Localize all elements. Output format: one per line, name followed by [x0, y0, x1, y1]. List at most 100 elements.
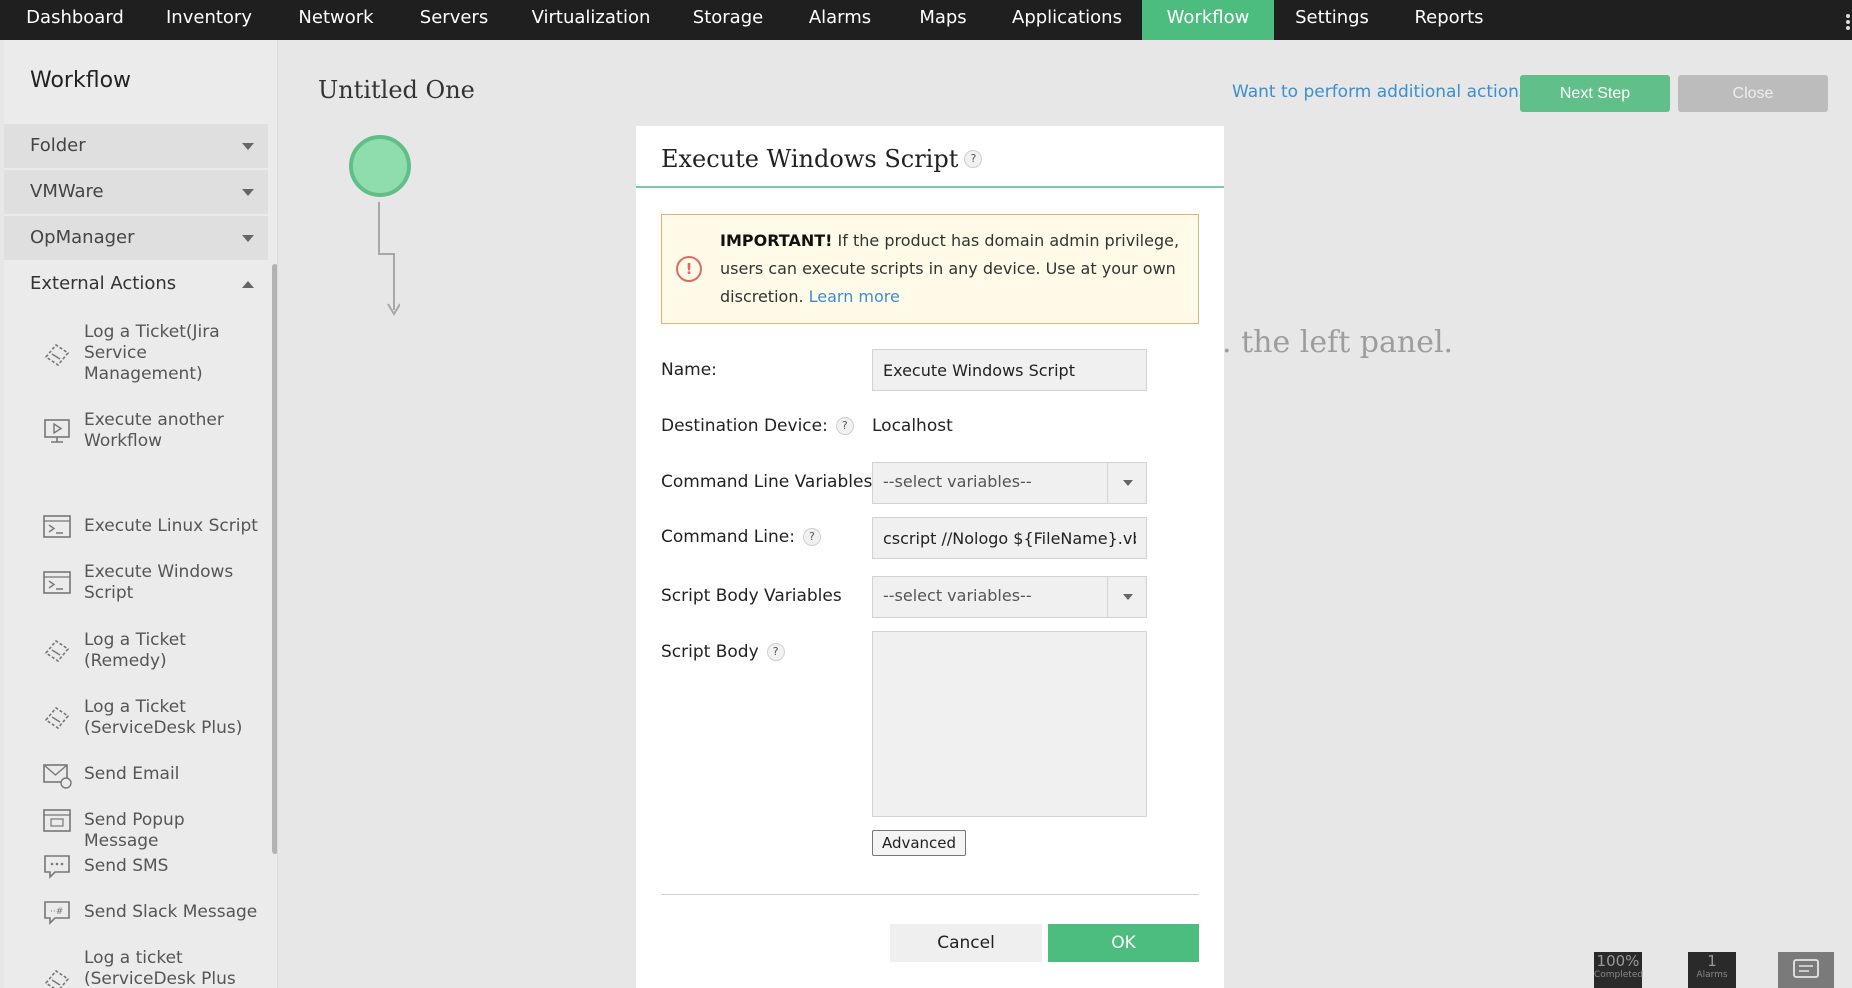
- nav-alarms[interactable]: Alarms: [790, 0, 890, 40]
- name-label: Name:: [661, 360, 717, 380]
- chat-button[interactable]: [1778, 952, 1834, 988]
- action-label: Log a Ticket (Remedy): [84, 630, 186, 671]
- select-value: --select variables--: [883, 472, 1032, 491]
- cancel-button[interactable]: Cancel: [890, 924, 1042, 962]
- section-label: External Actions: [30, 273, 177, 294]
- alarms-status[interactable]: 1 Alarms: [1688, 952, 1736, 988]
- email-icon: [43, 764, 72, 789]
- action-windows-script[interactable]: Execute Windows Script: [42, 562, 262, 606]
- action-slack-message[interactable]: ··# Send Slack Message: [42, 901, 262, 928]
- section-label: OpManager: [30, 227, 135, 248]
- close-button[interactable]: Close: [1678, 75, 1828, 112]
- nav-maps[interactable]: Maps: [900, 0, 986, 40]
- section-label: Folder: [30, 135, 86, 156]
- next-step-button[interactable]: Next Step: [1520, 75, 1670, 112]
- help-icon[interactable]: ?: [802, 528, 821, 546]
- action-linux-script[interactable]: Execute Linux Script: [42, 515, 262, 542]
- select-value: --select variables--: [883, 586, 1032, 605]
- warning-banner: ! IMPORTANT! If the product has domain a…: [661, 214, 1199, 324]
- alarms-label: Alarms: [1696, 970, 1728, 980]
- nav-reports[interactable]: Reports: [1400, 0, 1498, 40]
- canvas-hint-text: . the left panel.: [1222, 325, 1454, 360]
- nav-workflow[interactable]: Workflow: [1142, 0, 1274, 40]
- nav-dashboard[interactable]: Dashboard: [14, 0, 136, 40]
- help-icon[interactable]: ?: [835, 417, 854, 435]
- footer-divider: [661, 894, 1199, 895]
- destination-device-value: Localhost: [872, 416, 953, 436]
- additional-actions-link[interactable]: Want to perform additional actions?: [1232, 82, 1537, 102]
- ticket-icon: [44, 343, 70, 367]
- command-line-variables-label: Command Line Variables: [661, 472, 873, 492]
- action-label: Execute another Workflow: [84, 410, 224, 451]
- svg-text:··#: ··#: [50, 907, 63, 917]
- script-body-variables-select[interactable]: --select variables--: [872, 576, 1147, 618]
- action-send-sms[interactable]: Send SMS: [42, 855, 262, 882]
- action-label: Log a Ticket(Jira Service Management): [84, 322, 220, 384]
- nav-applications[interactable]: Applications: [996, 0, 1138, 40]
- chevron-down-icon: [1123, 480, 1133, 486]
- top-navigation: Dashboard Inventory Network Servers Virt…: [0, 0, 1852, 40]
- section-folder[interactable]: Folder: [4, 124, 268, 168]
- section-label: VMWare: [30, 181, 104, 202]
- panel-title: Workflow: [30, 68, 132, 93]
- chevron-down-icon: [242, 189, 254, 196]
- destination-label-text: Destination Device:: [661, 416, 828, 436]
- completed-status[interactable]: 100% Completed: [1594, 952, 1643, 988]
- warning-strong: IMPORTANT!: [720, 231, 833, 250]
- action-label: Send SMS: [84, 856, 169, 876]
- start-node[interactable]: [349, 135, 411, 197]
- section-external-actions[interactable]: External Actions: [4, 262, 268, 306]
- script-body-label: Script Body?: [661, 642, 785, 662]
- slack-message-icon: ··#: [44, 901, 70, 925]
- panel-scrollbar[interactable]: [272, 264, 277, 854]
- nav-storage[interactable]: Storage: [680, 0, 776, 40]
- ok-button[interactable]: OK: [1048, 924, 1199, 962]
- section-vmware[interactable]: VMWare: [4, 170, 268, 214]
- chat-icon: [1793, 959, 1819, 978]
- section-opmanager[interactable]: OpManager: [4, 216, 268, 260]
- script-body-label-text: Script Body: [661, 642, 759, 662]
- chevron-down-icon: [242, 235, 254, 242]
- workflow-name[interactable]: Untitled One: [318, 76, 475, 104]
- script-body-textarea[interactable]: [872, 631, 1147, 817]
- dialog-title-text: Execute Windows Script: [661, 145, 959, 173]
- action-panel: Workflow Folder VMWare OpManager Externa…: [4, 40, 278, 988]
- command-line-label: Command Line:?: [661, 527, 821, 547]
- name-input[interactable]: [872, 349, 1147, 391]
- chevron-down-icon: [1123, 594, 1133, 600]
- more-menu-icon[interactable]: [1846, 14, 1852, 30]
- nav-inventory[interactable]: Inventory: [150, 0, 268, 40]
- command-line-input[interactable]: [872, 517, 1147, 559]
- help-icon[interactable]: ?: [964, 149, 983, 168]
- action-servicedesk-cloud-ticket[interactable]: Log a ticket (ServiceDesk Plus Cloud): [42, 948, 262, 988]
- nav-settings[interactable]: Settings: [1288, 0, 1376, 40]
- nav-network[interactable]: Network: [280, 0, 392, 40]
- ticket-icon: [44, 969, 70, 988]
- action-label: Send Popup Message: [84, 810, 185, 851]
- terminal-icon: [43, 571, 71, 594]
- action-label: Send Email: [84, 764, 180, 784]
- help-icon[interactable]: ?: [766, 643, 785, 661]
- dialog-title: Execute Windows Script?: [661, 145, 983, 173]
- learn-more-link[interactable]: Learn more: [809, 287, 900, 306]
- nav-servers[interactable]: Servers: [404, 0, 504, 40]
- action-popup-message[interactable]: Send Popup Message: [42, 809, 262, 851]
- action-jira-ticket[interactable]: Log a Ticket(Jira Service Management): [42, 322, 262, 388]
- header-divider: [636, 186, 1224, 188]
- script-body-variables-label: Script Body Variables: [661, 586, 842, 606]
- command-line-variables-select[interactable]: --select variables--: [872, 462, 1147, 504]
- terminal-icon: [43, 515, 71, 538]
- select-divider: [1107, 463, 1108, 503]
- flow-connector-arrow: [378, 202, 400, 316]
- action-send-email[interactable]: Send Email: [42, 764, 262, 790]
- advanced-button[interactable]: Advanced: [872, 830, 966, 856]
- action-servicedesk-ticket[interactable]: Log a Ticket (ServiceDesk Plus): [42, 697, 262, 741]
- select-divider: [1107, 577, 1108, 617]
- popup-window-icon: [43, 809, 71, 832]
- action-remedy-ticket[interactable]: Log a Ticket (Remedy): [42, 630, 262, 674]
- nav-virtualization[interactable]: Virtualization: [520, 0, 662, 40]
- chevron-up-icon: [242, 281, 254, 288]
- action-execute-workflow[interactable]: Execute another Workflow: [42, 410, 262, 454]
- alarms-value: 1: [1707, 952, 1717, 970]
- chevron-down-icon: [242, 143, 254, 150]
